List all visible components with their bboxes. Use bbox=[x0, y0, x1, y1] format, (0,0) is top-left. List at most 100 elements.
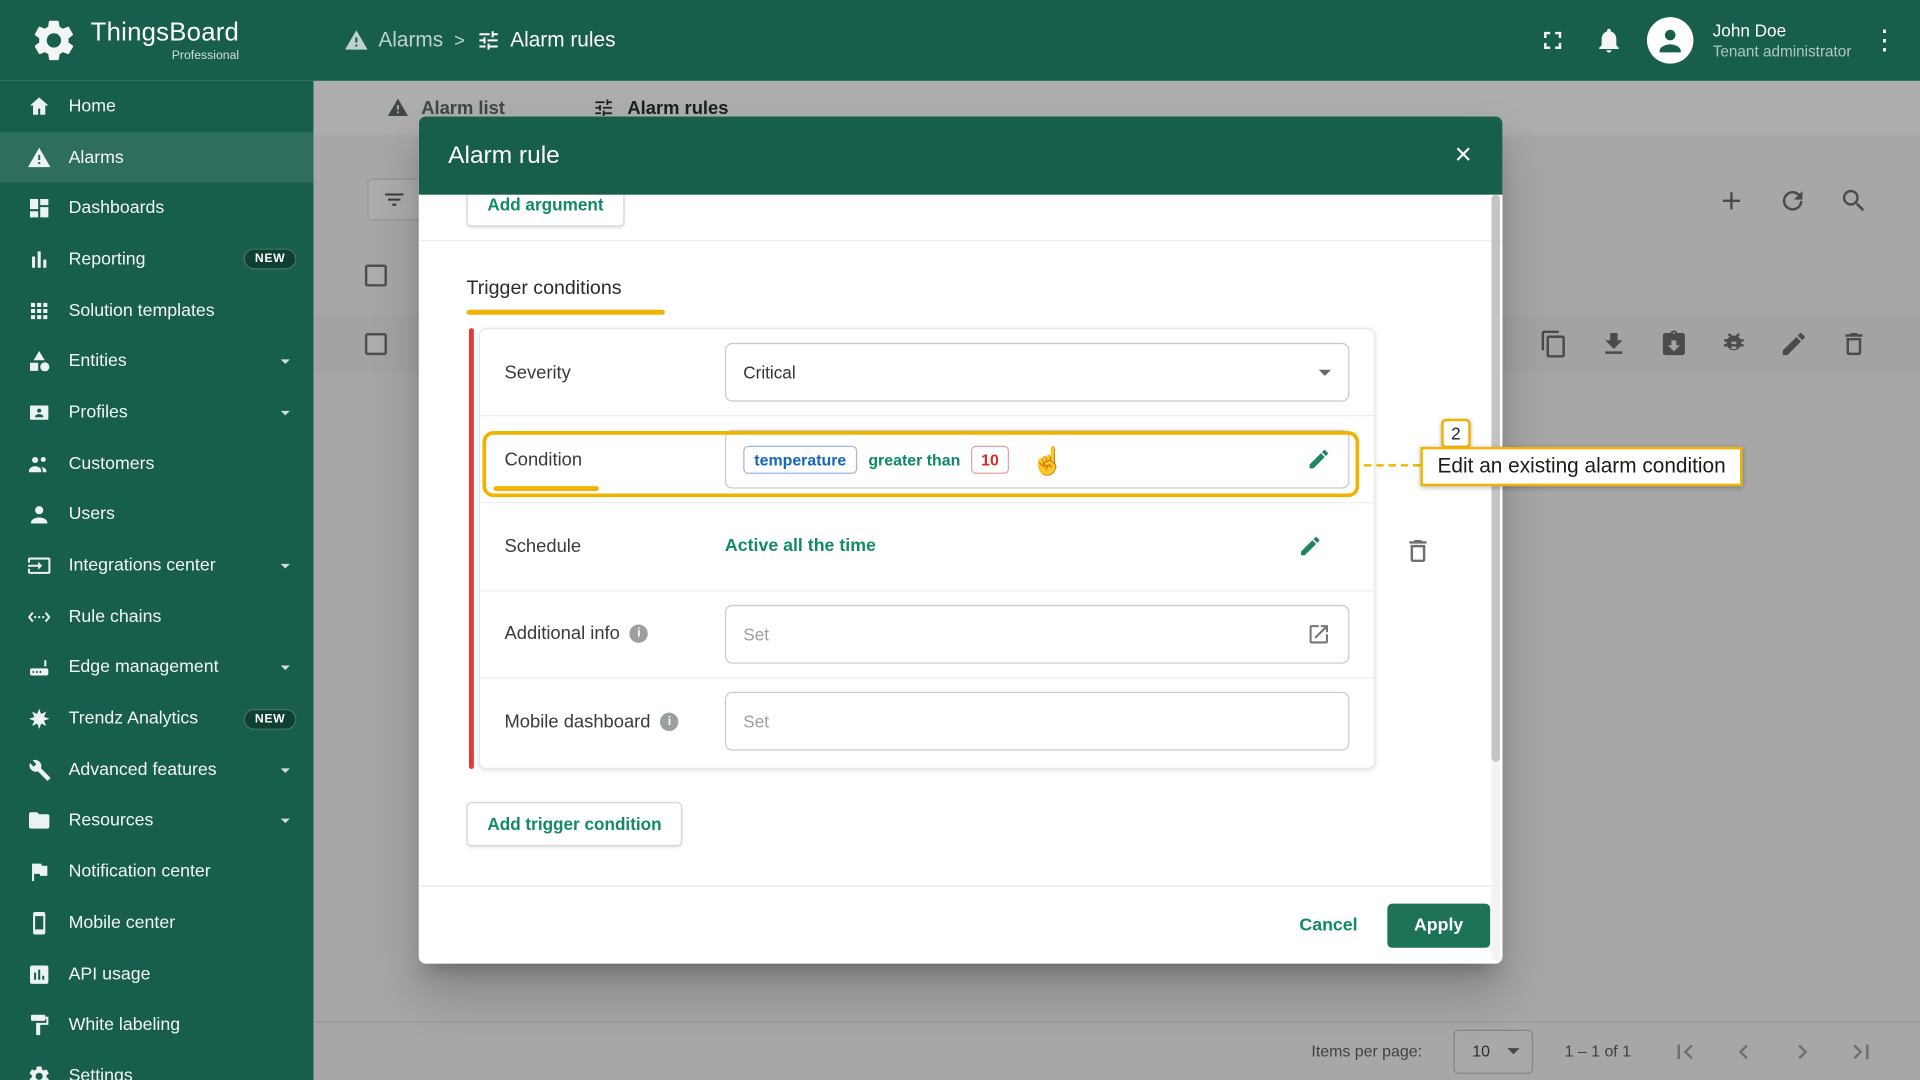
more-menu-button[interactable]: ⋮ bbox=[1871, 24, 1898, 56]
condition-field[interactable]: temperature greater than 10 bbox=[724, 430, 1350, 489]
sidebar-item-mobile-center[interactable]: Mobile center bbox=[0, 898, 313, 949]
sidebar-item-label: Trendz Analytics bbox=[68, 709, 199, 729]
profiles-icon bbox=[30, 405, 49, 420]
sidebar-item-alarms[interactable]: Alarms bbox=[0, 131, 314, 183]
condition-key-chip: temperature bbox=[743, 445, 858, 474]
sidebar-item-users[interactable]: Users bbox=[0, 489, 313, 540]
mobile-dashboard-label: Mobile dashboard bbox=[504, 711, 651, 733]
sidebar-item-label: Entities bbox=[68, 351, 127, 372]
rule-chains-icon bbox=[27, 611, 51, 622]
add-trigger-condition-button[interactable]: Add trigger condition bbox=[466, 802, 683, 847]
chevron-down-icon bbox=[280, 563, 290, 569]
fullscreen-icon bbox=[1543, 31, 1561, 49]
mobile-dashboard-row: Mobile dashboard i Set bbox=[480, 678, 1374, 765]
sidebar-item-entities[interactable]: Entities bbox=[0, 336, 313, 387]
sidebar-item-solution-templates[interactable]: Solution templates bbox=[0, 285, 313, 336]
sidebar-item-notification-center[interactable]: Notification center bbox=[0, 847, 313, 898]
sidebar-item-white-labeling[interactable]: White labeling bbox=[0, 1000, 313, 1051]
sidebar-item-label: Dashboards bbox=[68, 198, 165, 219]
trigger-conditions-title: Trigger conditions bbox=[466, 277, 622, 299]
sidebar-item-edge-management[interactable]: Edge management bbox=[0, 642, 313, 693]
sidebar-item-advanced-features[interactable]: Advanced features bbox=[0, 744, 313, 795]
dialog-scrollbar[interactable] bbox=[1491, 194, 1500, 962]
user-avatar[interactable] bbox=[1646, 17, 1694, 64]
sidebar-item-label: Notification center bbox=[68, 862, 211, 882]
logo[interactable]: ThingsBoard Professional bbox=[29, 16, 305, 65]
user-name: John Doe bbox=[1712, 20, 1787, 41]
sidebar-item-settings[interactable]: Settings bbox=[0, 1051, 313, 1080]
wrench-icon bbox=[29, 759, 51, 781]
breadcrumb-alarm-rules[interactable]: Alarm rules bbox=[476, 28, 616, 52]
sidebar-nav: Home Alarms Dashboards Reporting NEW Sol… bbox=[0, 80, 314, 1080]
severity-value: Critical bbox=[743, 362, 796, 383]
dialog-footer: Cancel Apply bbox=[418, 885, 1503, 964]
sidebar-item-trendz-analytics[interactable]: Trendz Analytics NEW bbox=[0, 693, 313, 744]
user-role: Tenant administrator bbox=[1712, 42, 1852, 60]
info-icon: i bbox=[629, 624, 649, 644]
sidebar-item-rule-chains[interactable]: Rule chains bbox=[0, 591, 313, 642]
warning-icon bbox=[345, 30, 368, 50]
divider bbox=[418, 240, 1503, 242]
sidebar-item-reporting[interactable]: Reporting NEW bbox=[0, 234, 313, 285]
apply-button[interactable]: Apply bbox=[1387, 903, 1491, 948]
people-icon bbox=[28, 456, 47, 472]
chevron-down-icon bbox=[280, 819, 290, 824]
sidebar-item-resources[interactable]: Resources bbox=[0, 795, 313, 846]
severity-color-bar bbox=[468, 328, 474, 769]
severity-label: Severity bbox=[504, 361, 571, 383]
dashboards-icon bbox=[30, 199, 49, 218]
additional-info-field[interactable]: Set bbox=[724, 604, 1350, 664]
trendz-icon bbox=[28, 708, 50, 730]
dialog-body: Add argument Trigger conditions Severity… bbox=[418, 194, 1503, 964]
notifications-button[interactable] bbox=[1590, 22, 1627, 59]
sidebar-item-label: API usage bbox=[68, 964, 151, 984]
sidebar-item-label: Integrations center bbox=[68, 555, 216, 576]
sidebar-item-integrations-center[interactable]: Integrations center bbox=[0, 540, 313, 591]
input-icon bbox=[27, 557, 51, 574]
chevron-down-icon bbox=[280, 768, 290, 773]
schedule-value[interactable]: Active all the time bbox=[725, 537, 876, 557]
sidebar-item-label: Mobile center bbox=[68, 913, 176, 933]
router-icon bbox=[30, 660, 49, 677]
scrollbar-thumb[interactable] bbox=[1491, 194, 1500, 762]
sidebar-item-label: White labeling bbox=[68, 1015, 181, 1035]
sidebar-item-label: Alarms bbox=[68, 147, 124, 168]
sidebar-item-customers[interactable]: Customers bbox=[0, 438, 313, 489]
additional-info-placeholder: Set bbox=[743, 624, 769, 644]
thingsboard-app: ThingsBoard Professional Alarms > Alarm … bbox=[0, 0, 1920, 1080]
person-icon bbox=[31, 506, 48, 524]
bar-chart-icon bbox=[32, 251, 47, 268]
new-badge: NEW bbox=[243, 249, 297, 270]
add-argument-button[interactable]: Add argument bbox=[466, 194, 625, 227]
breadcrumb-separator: > bbox=[454, 30, 465, 51]
open-editor-button[interactable] bbox=[1307, 622, 1331, 646]
remove-trigger-condition-button[interactable] bbox=[1403, 536, 1432, 565]
breadcrumb-label: Alarms bbox=[378, 28, 444, 52]
close-button[interactable]: × bbox=[1444, 136, 1483, 175]
sidebar-item-label: Profiles bbox=[68, 402, 128, 423]
sidebar-item-api-usage[interactable]: API usage bbox=[0, 949, 313, 1000]
topbar-actions: John Doe Tenant administrator ⋮ bbox=[1534, 0, 1898, 81]
edit-condition-button[interactable] bbox=[1307, 447, 1331, 471]
user-info[interactable]: John Doe Tenant administrator bbox=[1713, 19, 1852, 61]
condition-value-chip: 10 bbox=[971, 445, 1009, 474]
mobile-dashboard-field[interactable]: Set bbox=[724, 692, 1350, 752]
sidebar-item-label: Solution templates bbox=[68, 300, 215, 321]
breadcrumb-alarms[interactable]: Alarms bbox=[344, 28, 443, 52]
sidebar-item-dashboards[interactable]: Dashboards bbox=[0, 183, 313, 234]
chevron-down-icon bbox=[280, 666, 290, 671]
severity-select[interactable]: Critical bbox=[724, 342, 1350, 402]
sidebar-item-profiles[interactable]: Profiles bbox=[0, 387, 313, 438]
thingsboard-logo-icon bbox=[34, 20, 74, 61]
breadcrumb-label: Alarm rules bbox=[510, 28, 616, 52]
pencil-icon bbox=[1301, 537, 1320, 556]
edit-schedule-button[interactable] bbox=[1298, 534, 1322, 558]
additional-info-label: Additional info bbox=[504, 623, 620, 645]
cancel-button[interactable]: Cancel bbox=[1280, 906, 1377, 945]
fullscreen-button[interactable] bbox=[1534, 22, 1571, 59]
sidebar-item-label: Reporting bbox=[68, 249, 146, 270]
chevron-down-icon bbox=[280, 359, 290, 365]
bell-icon bbox=[1598, 28, 1619, 53]
sidebar-item-home[interactable]: Home bbox=[0, 81, 313, 132]
trigger-condition-card: Severity Critical Condition temperature … bbox=[478, 328, 1376, 769]
